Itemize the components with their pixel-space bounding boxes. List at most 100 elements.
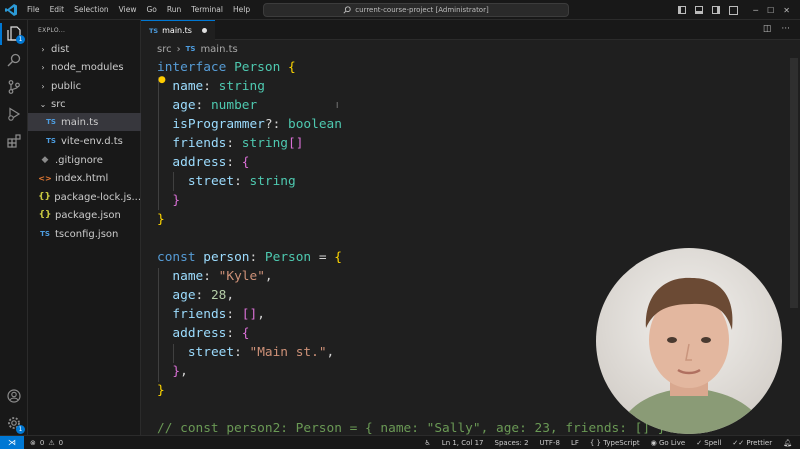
code-token: person [203, 250, 250, 265]
toggle-primary-sidebar-icon[interactable] [678, 6, 687, 14]
code-token: : [195, 98, 211, 113]
code-token: 28 [210, 288, 227, 303]
more-actions-icon[interactable]: ··· [781, 24, 790, 34]
tree-item-main-ts[interactable]: TS main.ts [28, 113, 141, 131]
json-file-icon: {} [38, 192, 51, 202]
menu-help[interactable]: Help [228, 5, 255, 14]
menu-edit[interactable]: Edit [45, 5, 70, 14]
accessibility-icon[interactable]: ♿ [425, 439, 431, 447]
problems-indicator[interactable]: ⊗ 0 ⚠ 0 [30, 439, 63, 447]
menu-go[interactable]: Go [141, 5, 161, 14]
code-token: : [234, 174, 250, 189]
maximize-icon[interactable]: ☐ [767, 6, 774, 15]
indentation[interactable]: Spaces: 2 [495, 439, 529, 447]
menu-selection[interactable]: Selection [69, 5, 114, 14]
code-line: address: { [157, 153, 250, 172]
unsaved-dot-icon[interactable] [202, 28, 207, 33]
chevron-right-icon: › [41, 81, 45, 91]
title-bar: File Edit Selection View Go Run Terminal… [0, 0, 800, 20]
warning-icon: ⚠ [48, 438, 55, 447]
code-line: age: number [157, 96, 257, 115]
code-token: isProgrammer [172, 117, 265, 132]
command-center-search[interactable]: current-course-project [Administrator] [263, 3, 569, 17]
code-token: name [172, 79, 204, 94]
cursor-position[interactable]: Ln 1, Col 17 [442, 439, 484, 447]
code-line: age: 28, [157, 286, 234, 305]
code-token: } [157, 212, 165, 227]
code-token: , [264, 269, 273, 284]
tab-main-ts[interactable]: TS main.ts [141, 20, 215, 40]
customize-layout-icon[interactable] [729, 5, 739, 15]
code-token: "Main st." [249, 345, 327, 360]
code-token: string [241, 136, 289, 151]
code-token: { [241, 155, 250, 170]
extensions-icon[interactable] [6, 133, 22, 149]
scrollbar-thumb[interactable] [790, 58, 798, 308]
breadcrumb-folder[interactable]: src [157, 44, 172, 55]
split-editor-icon[interactable]: ◫ [763, 24, 772, 34]
notifications-bell-icon[interactable]: 🔔︎ [783, 439, 792, 447]
code-line: interface Person { [157, 58, 296, 77]
tab-label: main.ts [162, 26, 192, 35]
chevron-down-icon: ⌄ [39, 99, 47, 109]
minimize-icon[interactable]: ─ [753, 6, 758, 15]
tree-item-node-modules[interactable]: › node_modules [28, 58, 141, 76]
explorer-icon[interactable]: 1 [6, 25, 25, 44]
tree-item-dist[interactable]: › dist [28, 40, 141, 58]
encoding[interactable]: UTF-8 [540, 439, 560, 447]
typescript-file-icon: TS [46, 118, 56, 126]
breadcrumb-file[interactable]: main.ts [200, 44, 237, 55]
menu-file[interactable]: File [22, 5, 45, 14]
code-token: , [180, 364, 188, 379]
line-ending[interactable]: LF [571, 439, 579, 447]
code-token: : [226, 307, 242, 322]
tree-item-tsconfig[interactable]: TS tsconfig.json [28, 225, 141, 243]
go-live-button[interactable]: ◉ Go Live [651, 439, 686, 447]
menu-terminal[interactable]: Terminal [186, 5, 228, 14]
code-token: street [187, 174, 235, 189]
settings-gear-icon[interactable]: 1 [6, 415, 25, 434]
webcam-overlay [596, 248, 782, 434]
toggle-secondary-sidebar-icon[interactable] [712, 6, 721, 14]
tree-item-package-json[interactable]: {} package.json [28, 206, 141, 224]
search-icon[interactable] [6, 52, 22, 68]
error-icon: ⊗ [30, 438, 36, 447]
run-debug-icon[interactable] [6, 106, 22, 122]
code-token: , [257, 307, 265, 322]
editor-scrollbar[interactable] [788, 58, 800, 435]
code-token: string [249, 174, 296, 189]
tree-item-package-lock[interactable]: {} package-lock.js... [28, 188, 141, 206]
search-icon [343, 6, 351, 14]
spell-button[interactable]: ✓ Spell [696, 439, 721, 447]
tree-item-gitignore[interactable]: ◆ .gitignore [28, 151, 141, 169]
language-mode[interactable]: { } TypeScript [590, 439, 640, 447]
tree-item-public[interactable]: › public [28, 77, 141, 95]
spell-label: Spell [704, 439, 722, 447]
tree-item-label: node_modules [51, 61, 124, 73]
code-token: "Kyle" [218, 269, 265, 284]
code-line: address: { [157, 324, 249, 343]
code-token: , [226, 288, 235, 303]
source-control-icon[interactable] [6, 79, 22, 95]
toggle-panel-icon[interactable] [695, 6, 704, 14]
code-token: } [172, 193, 181, 208]
status-bar: ⋊ ⊗ 0 ⚠ 0 ♿ Ln 1, Col 17 Spaces: 2 UTF-8… [0, 435, 800, 449]
prettier-button[interactable]: ✓✓ Prettier [732, 439, 772, 447]
account-icon[interactable] [6, 388, 22, 404]
code-token: : [226, 136, 242, 151]
tree-item-vite-env[interactable]: TS vite-env.d.ts [28, 132, 141, 150]
menu-view[interactable]: View [114, 5, 142, 14]
go-live-label: Go Live [658, 439, 686, 447]
warning-count: 0 [58, 438, 64, 447]
code-line: const person: Person = { [157, 248, 342, 267]
html-file-icon: <> [38, 173, 52, 183]
tree-item-src[interactable]: ⌄ src [28, 95, 141, 113]
code-token: string [218, 79, 265, 94]
close-icon[interactable]: ✕ [783, 6, 790, 15]
tree-item-index-html[interactable]: <> index.html [28, 169, 141, 187]
menu-run[interactable]: Run [162, 5, 186, 14]
remote-indicator-icon[interactable]: ⋊ [0, 435, 24, 449]
